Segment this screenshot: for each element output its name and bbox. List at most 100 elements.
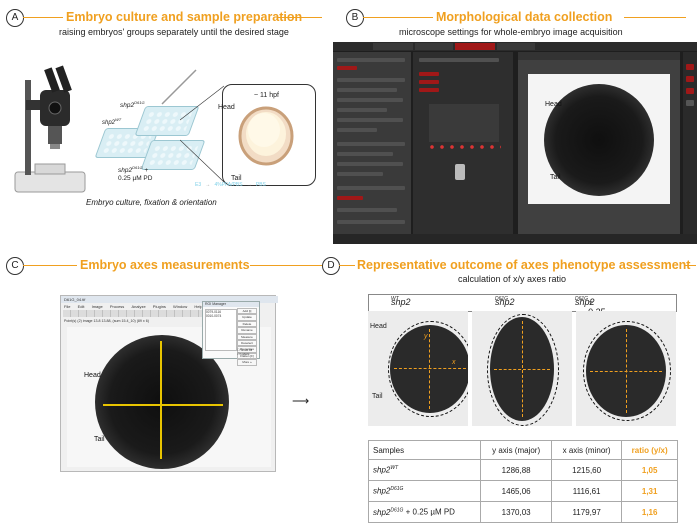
ratio-cell: 1,16 <box>621 501 678 523</box>
roi-title: ROI Manager <box>203 302 259 307</box>
panel-b-subtitle: microscope settings for whole-embryo ima… <box>399 27 623 37</box>
roi-item-2[interactable]: 0010-0074 <box>206 314 236 318</box>
roi-list[interactable]: 0079-0116 0010-0074 <box>205 309 237 351</box>
roi-more-button[interactable]: More » <box>237 359 257 366</box>
step-pfa: 4%PFA/PBS <box>214 182 243 188</box>
sw-tab-4 <box>497 43 535 50</box>
table-header-row: Samples y axis (major) x axis (minor) ra… <box>367 440 678 460</box>
step-pbs: PBS <box>255 182 266 188</box>
sw-tail-label: Tail <box>550 174 561 181</box>
sample-cell: shp2D61G <box>367 480 482 502</box>
panel-c-letter: C <box>6 257 24 275</box>
inset-embryo-drawing <box>238 106 294 166</box>
panel-d-title: Representative outcome of axes phenotype… <box>357 258 691 272</box>
roi-manager: ROI Manager 0079-0116 0010-0074 Add [t] … <box>202 301 260 366</box>
sw-tab-3 <box>455 43 495 50</box>
x-arrow-d61g <box>494 369 550 370</box>
x-axis-line <box>103 404 223 406</box>
tail-label-d: Tail <box>372 393 383 400</box>
results-table: Samples y axis (major) x axis (minor) ra… <box>367 440 678 523</box>
label-d61g-pd: shp2D61G + 0.25 µM PD <box>118 165 153 183</box>
x-label-wt: x <box>452 359 456 366</box>
menu-edit[interactable]: Edit <box>78 304 85 309</box>
y-value-cell: 1370,03 <box>480 501 552 523</box>
inset-head-label: Head <box>218 104 235 111</box>
roi-labels-checkbox[interactable]: ☐ Labels <box>237 352 252 356</box>
sw-tab-2 <box>415 43 453 50</box>
panel-a-rule-right <box>277 17 322 18</box>
y-arrow-wt <box>429 329 430 409</box>
microscope-software-screenshot: Head Tail <box>333 42 697 244</box>
ratio-cell: 1,31 <box>621 480 678 502</box>
head-label-d: Head <box>370 323 387 330</box>
panel-c-rule-right <box>250 265 322 266</box>
process-steps: E3 → 4%PFA/PBS → PBS <box>195 182 266 188</box>
y-axis-line <box>160 341 162 459</box>
menu-analyze[interactable]: Analyze <box>131 304 145 309</box>
sample-cell: shp2D61G + 0.25 µM PD <box>367 501 482 523</box>
embryo-image-d61g <box>472 311 572 426</box>
panel-b-rule-left <box>363 17 433 18</box>
th-ratio: ratio (y/x) <box>621 440 678 460</box>
menu-process[interactable]: Process <box>110 304 124 309</box>
label-wt: shp2WT <box>102 117 122 126</box>
sw-head-label: Head <box>545 101 562 108</box>
roi-buttons: Add [t] Update Delete Rename Measure Des… <box>237 308 257 366</box>
measure-tail-label: Tail <box>94 436 105 443</box>
col-header-wt: shp2 WT <box>391 296 411 307</box>
x-value-cell: 1179,97 <box>550 501 623 523</box>
sw-image-viewer: Head Tail <box>518 52 680 234</box>
th-y-axis: y axis (major) <box>480 440 552 460</box>
sw-viewer-toolbar <box>518 52 680 60</box>
table-row: shp2WT 1286,88 1215,60 1,05 <box>367 459 678 481</box>
panel-c-rule-left <box>23 265 77 266</box>
menu-window[interactable]: Window <box>173 304 187 309</box>
roi-checkboxes: ☐ Show All ☐ Labels <box>237 348 252 356</box>
panel-c-title: Embryo axes measurements <box>80 258 250 272</box>
embryo-image-wt: y x Head Tail <box>368 311 468 426</box>
inset-tail-label: Tail <box>231 175 242 182</box>
table-row: shp2D61G + 0.25 µM PD 1370,03 1179,97 1,… <box>367 501 678 523</box>
panel-b-letter: B <box>346 9 364 27</box>
imagej-toolbar <box>63 310 203 317</box>
panel-a-subtitle: raising embryos' groups separately until… <box>59 27 289 37</box>
x-arrow-d61g-pd <box>590 371 662 372</box>
sw-light-graphic <box>429 104 499 142</box>
menu-file[interactable]: File <box>64 304 70 309</box>
menu-image[interactable]: Image <box>92 304 103 309</box>
y-label-wt: y <box>424 333 428 340</box>
th-samples: Samples <box>367 440 482 460</box>
menu-plugins[interactable]: Plugins <box>153 304 166 309</box>
panel-d-rule-right <box>684 265 696 266</box>
panel-a-caption: Embryo culture, fixation & orientation <box>86 198 217 207</box>
col-header-d61g: shp2 D61G <box>495 296 515 307</box>
step-e3: E3 <box>195 182 202 188</box>
sample-cell: shp2WT <box>367 459 482 481</box>
measure-head-label: Head <box>84 372 101 379</box>
th-x-axis: x axis (minor) <box>550 440 623 460</box>
genotype-header-bar: shp2WT shp2D61G shp2D61G + 0.25 µm PD <box>368 294 677 337</box>
y-value-cell: 1286,88 <box>480 459 552 481</box>
panel-b-rule-right <box>624 17 686 18</box>
panel-a-letter: A <box>6 9 24 27</box>
outline-wt <box>388 321 468 417</box>
col-header-d61g-pd: shp2D61G + 0.25 µm PD <box>575 296 606 337</box>
sw-toolbar <box>333 42 697 51</box>
panel-a-title: Embryo culture and sample preparation <box>66 10 303 24</box>
panel-d-subtitle: calculation of x/y axes ratio <box>458 274 567 284</box>
flow-arrow: ⟶ <box>292 394 310 408</box>
sw-left-panel <box>333 52 411 234</box>
panel-a-rule-left <box>23 17 63 18</box>
table-row: shp2D61G 1465,06 1116,61 1,31 <box>367 480 678 502</box>
x-value-cell: 1116,61 <box>550 480 623 502</box>
sw-right-toolbar <box>683 52 697 234</box>
y-value-cell: 1465,06 <box>480 480 552 502</box>
sw-objective <box>455 164 465 180</box>
sw-status-bar <box>333 234 697 244</box>
outline-d61g <box>487 314 559 426</box>
embryo-image-d61g-pd <box>576 311 676 426</box>
sw-filter-dots <box>427 144 501 150</box>
x-value-cell: 1215,60 <box>550 459 623 481</box>
stereo-microscope-illustration <box>14 65 86 193</box>
sw-middle-panel <box>413 52 513 234</box>
